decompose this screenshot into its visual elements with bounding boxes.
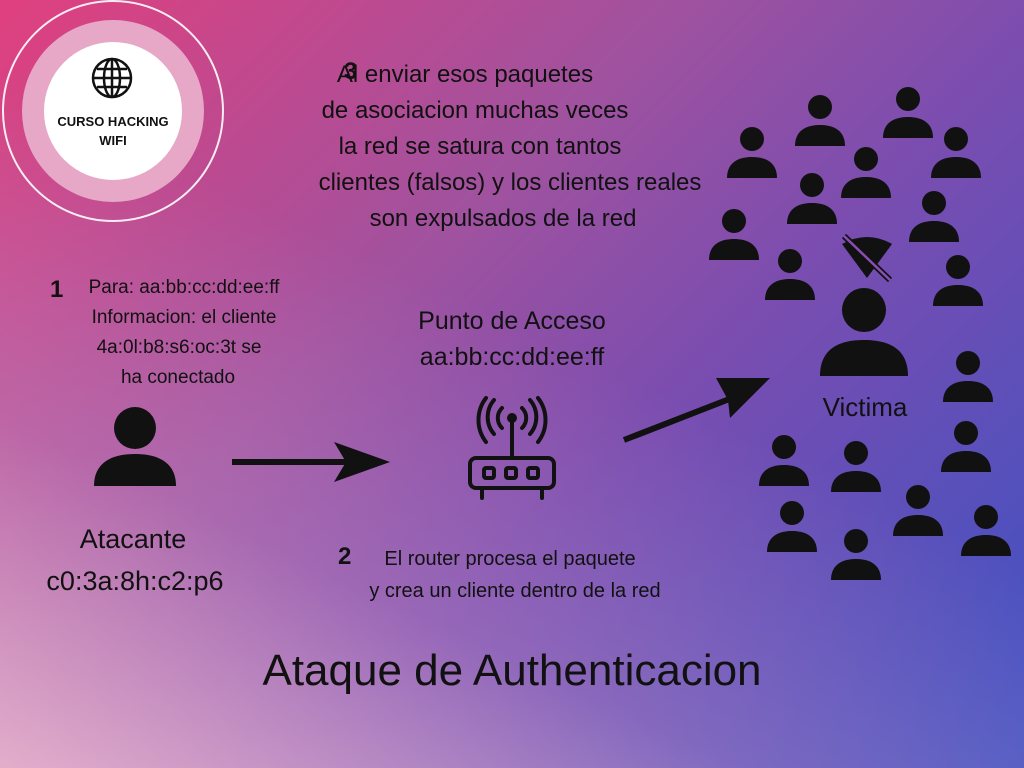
step2-text: El router procesa el paquete y crea un c… <box>340 543 690 607</box>
arrow-up-right-icon <box>622 378 770 443</box>
attacker-label: Atacante <box>79 524 187 554</box>
client-person-icon <box>943 351 993 402</box>
client-person-icon <box>931 127 981 178</box>
attacker-label-block: Atacante c0:3a:8h:c2:p6 <box>40 518 230 602</box>
client-person-icon <box>795 95 845 146</box>
step1-line: Para: aa:bb:cc:dd:ee:ff <box>88 277 280 298</box>
attacker-mac: c0:3a:8h:c2:p6 <box>46 566 224 596</box>
main-title: Ataque de Authenticacion <box>262 646 762 695</box>
step3-line: Al enviar esos paquetes <box>336 61 594 88</box>
client-person-icon <box>961 505 1011 556</box>
client-person-icon <box>831 441 881 492</box>
client-person-icon <box>909 191 959 242</box>
client-person-icon <box>941 421 991 472</box>
victim-person-icon <box>820 288 908 376</box>
client-person-icon <box>709 209 759 260</box>
logo-line2: WIFI <box>99 133 127 148</box>
access-point-label-block: Punto de Acceso aa:bb:cc:dd:ee:ff <box>392 303 632 375</box>
step3-line: clientes (falsos) y los clientes reales <box>318 169 702 196</box>
arrow-right-icon <box>232 442 390 482</box>
step1-line: ha conectado <box>120 367 236 388</box>
client-person-icon <box>787 173 837 224</box>
step2-line: y crea un cliente dentro de la red <box>369 580 661 602</box>
step3-line: la red se satura con tantos <box>338 133 622 160</box>
client-person-icon <box>765 249 815 300</box>
client-person-icon <box>759 435 809 486</box>
router-icon <box>468 396 556 500</box>
step1-number: 1 <box>50 276 64 303</box>
client-person-icon <box>883 87 933 138</box>
logo-line1: CURSO HACKING <box>57 114 169 129</box>
client-person-icon <box>767 501 817 552</box>
globe-icon <box>91 57 133 99</box>
access-point-mac: aa:bb:cc:dd:ee:ff <box>419 343 605 371</box>
step1-line: Informacion: el cliente <box>91 307 277 328</box>
client-person-icon <box>831 529 881 580</box>
step3-line: de asociacion muchas veces <box>321 97 629 124</box>
step1-line: 4a:0l:b8:s6:oc:3t se <box>96 337 262 358</box>
victim-label: Victima <box>822 392 908 422</box>
client-person-icon <box>893 485 943 536</box>
client-person-icon <box>841 147 891 198</box>
step2-line: El router procesa el paquete <box>384 548 636 570</box>
attacker-person-icon <box>94 407 176 486</box>
access-point-label: Punto de Acceso <box>418 307 606 335</box>
logo-text: CURSO HACKING WIFI <box>44 112 182 150</box>
client-person-icon <box>727 127 777 178</box>
step3-line: son expulsados de la red <box>369 205 637 232</box>
client-person-icon <box>933 255 983 306</box>
no-wifi-icon <box>841 234 893 282</box>
step1-text: Para: aa:bb:cc:dd:ee:ff Informacion: el … <box>74 273 294 393</box>
step3-text: Al enviar esos paquetes de asociacion mu… <box>300 57 720 237</box>
